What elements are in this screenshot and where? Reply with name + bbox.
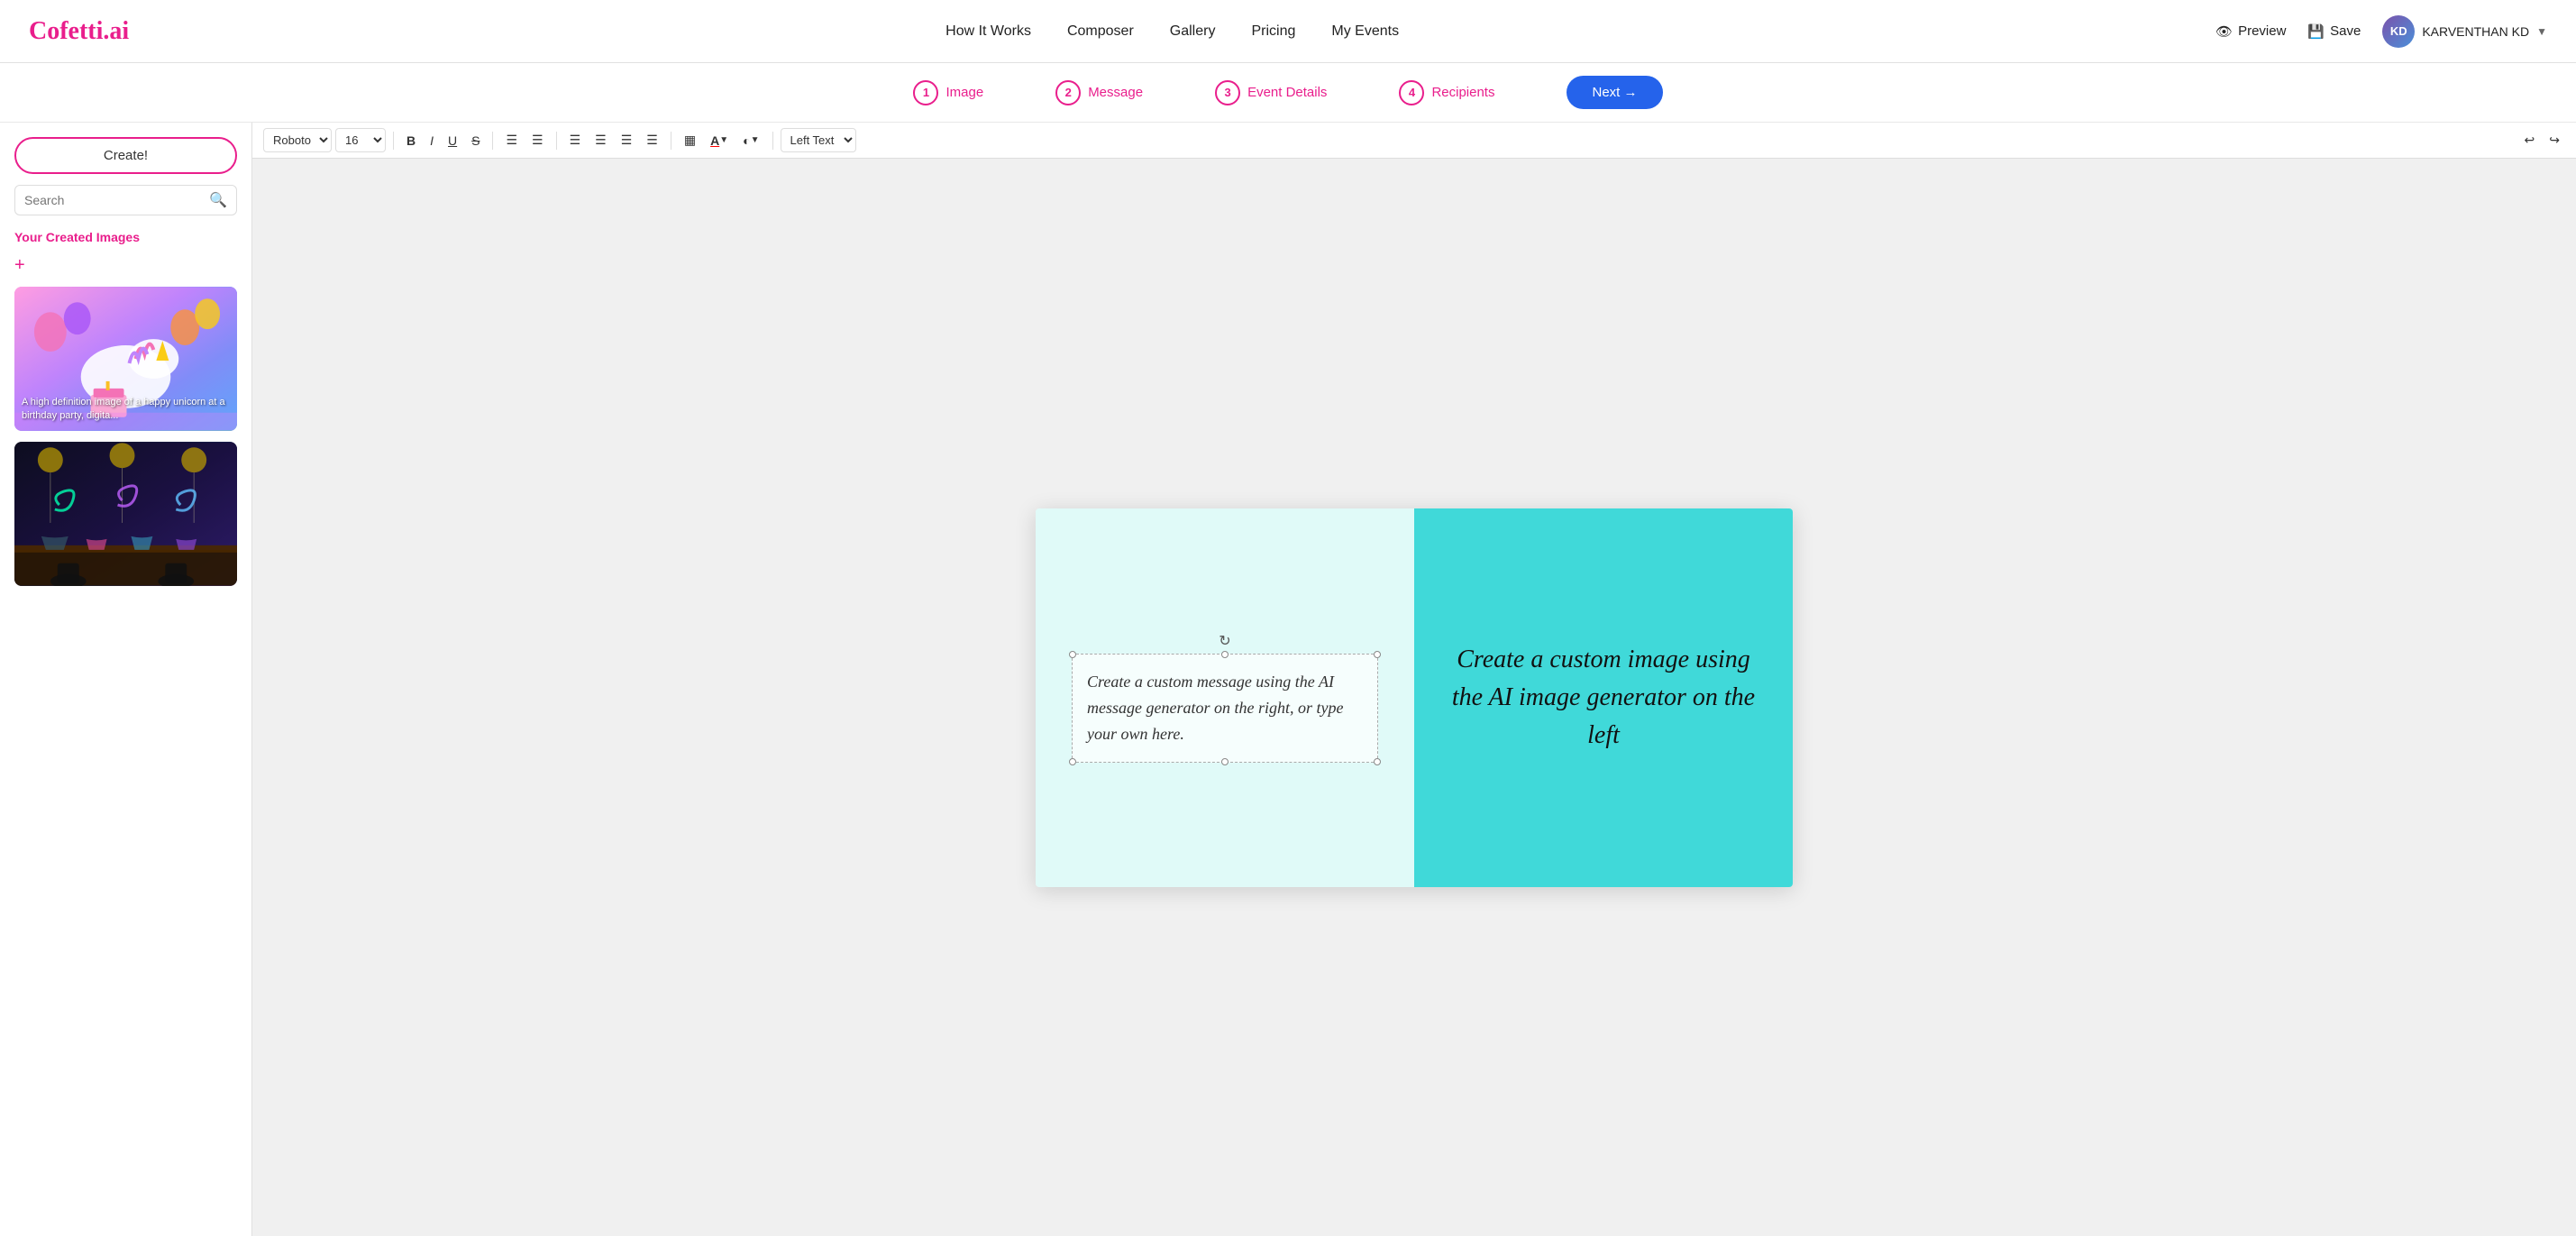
canvas-container: ↻ Create a custom message using the AI m… [252,159,2576,1236]
image-card-dragon[interactable] [14,442,237,586]
next-button[interactable]: Next → [1567,76,1662,109]
toolbar-divider-5 [772,132,773,150]
justify-button[interactable]: ☰ [641,129,663,151]
text-direction-select[interactable]: Left Text [781,128,856,152]
logo[interactable]: Cofetti.ai [29,17,129,46]
user-info[interactable]: KD KARVENTHAN KD ▼ [2382,15,2547,48]
nav-gallery[interactable]: Gallery [1170,23,1216,40]
step-message[interactable]: 2 Message [1055,80,1143,105]
main-layout: Create! 🔍 Your Created Images + [0,123,2576,1236]
step-recipients[interactable]: 4 Recipients [1399,80,1494,105]
canvas: ↻ Create a custom message using the AI m… [1036,508,1793,887]
preview-button[interactable]: 👁 Preview [2215,23,2286,40]
undo-button[interactable]: ↩ [2519,129,2541,151]
steps-bar: 1 Image 2 Message 3 Event Details 4 Reci… [0,63,2576,123]
corner-tl[interactable] [1069,651,1076,658]
text-color-icon: A [710,133,719,148]
save-button[interactable]: 💾 Save [2307,23,2361,40]
toolbar: Roboto 16 B I U S ☰ ☰ ☰ ☰ ☰ ☰ ▦ A ▼ [252,123,2576,159]
align-right-button[interactable]: ☰ [616,129,638,151]
step-message-label: Message [1088,85,1143,100]
canvas-right-text: Create a custom image using the AI image… [1441,641,1766,755]
redo-button[interactable]: ↪ [2544,129,2565,151]
step-recipients-badge: 4 [1399,80,1424,105]
dragon-thumbnail [14,442,237,586]
bold-button[interactable]: B [401,130,421,151]
italic-button[interactable]: I [425,130,439,151]
font-size-select[interactable]: 16 [335,128,386,152]
font-family-select[interactable]: Roboto [263,128,332,152]
undo-redo-group: ↩ ↪ [2519,129,2565,151]
canvas-right-panel: Create a custom image using the AI image… [1414,508,1793,887]
canvas-left-panel[interactable]: ↻ Create a custom message using the AI m… [1036,508,1414,887]
message-text-box[interactable]: Create a custom message using the AI mes… [1072,654,1378,762]
highlight-icon: ◐ [743,133,750,148]
table-button[interactable]: ▦ [679,129,701,151]
eye-icon: 👁 [2215,23,2233,40]
rotate-handle[interactable]: ↻ [1072,632,1378,650]
corner-br[interactable] [1374,758,1381,765]
nav-composer[interactable]: Composer [1067,23,1134,40]
header: Cofetti.ai How It Works Composer Gallery… [0,0,2576,63]
corner-bl[interactable] [1069,758,1076,765]
created-images-title: Your Created Images [14,230,237,244]
image-caption-unicorn: A high definition image of a happy unico… [22,396,237,422]
underline-button[interactable]: U [443,130,462,151]
toolbar-divider-3 [556,132,557,150]
avatar: KD [2382,15,2415,48]
toolbar-divider-2 [492,132,493,150]
step-image-label: Image [945,85,983,100]
header-actions: 👁 Preview 💾 Save KD KARVENTHAN KD ▼ [2215,15,2547,48]
main-nav: How It Works Composer Gallery Pricing My… [945,23,1399,40]
align-left-button[interactable]: ☰ [564,129,587,151]
step-image-badge: 1 [913,80,938,105]
search-box[interactable]: 🔍 [14,185,237,215]
color-chevron-icon: ▼ [719,135,728,145]
corner-bm[interactable] [1221,758,1229,765]
corner-tm[interactable] [1221,651,1229,658]
chevron-down-icon: ▼ [2536,25,2547,38]
image-card-unicorn[interactable]: A high definition image of a happy unico… [14,287,237,431]
strikethrough-button[interactable]: S [466,130,485,151]
highlight-chevron-icon: ▼ [751,135,760,145]
text-box-container: ↻ Create a custom message using the AI m… [1072,632,1378,762]
step-event-label: Event Details [1247,85,1327,100]
user-name: KARVENTHAN KD [2422,24,2529,39]
toolbar-divider-1 [393,132,394,150]
nav-pricing[interactable]: Pricing [1251,23,1295,40]
text-color-button[interactable]: A ▼ [705,130,734,151]
create-button[interactable]: Create! [14,137,237,174]
align-center-button[interactable]: ☰ [589,129,612,151]
add-image-button[interactable]: + [14,255,237,276]
ordered-list-button[interactable]: ☰ [500,129,523,151]
step-recipients-label: Recipients [1431,85,1494,100]
search-input[interactable] [24,193,202,207]
step-event-badge: 3 [1215,80,1240,105]
highlight-button[interactable]: ◐ ▼ [737,130,764,151]
unordered-list-button[interactable]: ☰ [526,129,549,151]
search-icon: 🔍 [209,191,227,209]
save-icon: 💾 [2307,23,2325,40]
editor-area: Roboto 16 B I U S ☰ ☰ ☰ ☰ ☰ ☰ ▦ A ▼ [252,123,2576,1236]
step-message-badge: 2 [1055,80,1081,105]
corner-tr[interactable] [1374,651,1381,658]
step-image[interactable]: 1 Image [913,80,983,105]
nav-how-it-works[interactable]: How It Works [945,23,1031,40]
dragon-svg [14,442,237,586]
sidebar: Create! 🔍 Your Created Images + [0,123,252,1236]
nav-my-events[interactable]: My Events [1331,23,1399,40]
step-event-details[interactable]: 3 Event Details [1215,80,1327,105]
